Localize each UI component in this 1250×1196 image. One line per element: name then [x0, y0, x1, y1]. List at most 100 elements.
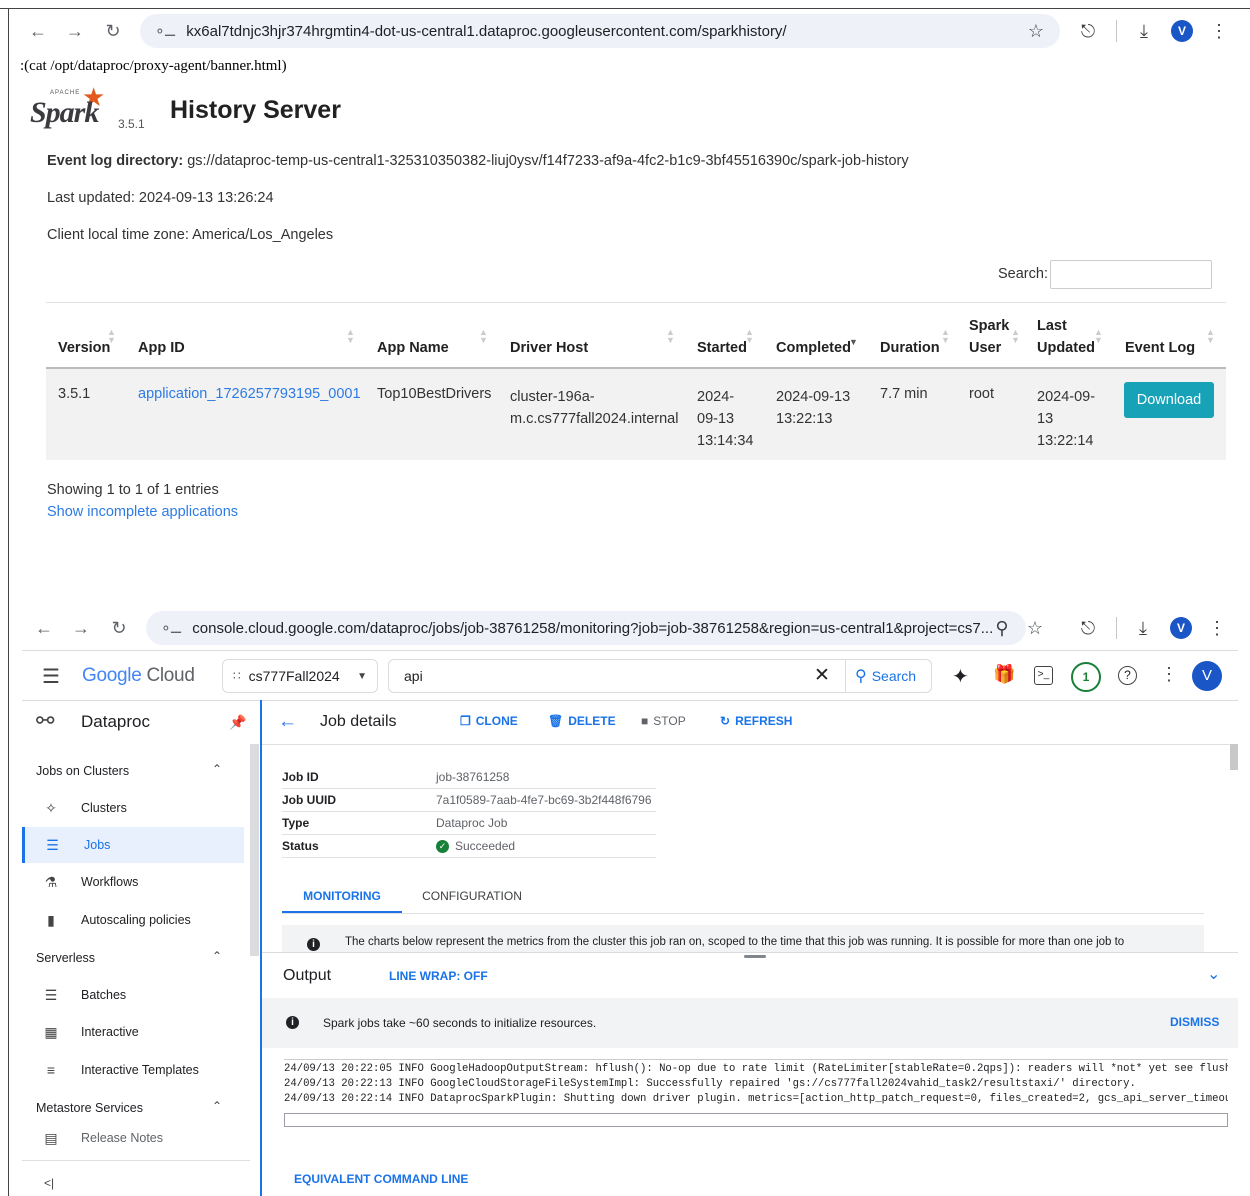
account-avatar[interactable]: V [1192, 661, 1222, 691]
browser-menu-icon[interactable]: ⋮ [1207, 19, 1231, 43]
cell-duration: 7.7 min [880, 386, 928, 402]
show-incomplete-link[interactable]: Show incomplete applications [47, 504, 238, 520]
sort-desc-icon[interactable]: ▼ [849, 330, 858, 347]
cell-started: 2024- 09-13 13:14:34 [697, 389, 754, 449]
main-scrollbar[interactable] [1230, 744, 1238, 770]
search-input[interactable]: api [404, 668, 423, 684]
section-metastore[interactable]: Metastore Services [36, 1101, 143, 1115]
spark-logo: APACHE ★ Spark [30, 82, 106, 129]
bookmark-star-icon[interactable]: ☆ [1024, 19, 1048, 43]
help-icon[interactable]: ? [1118, 666, 1137, 685]
col-completed[interactable]: Completed [776, 337, 851, 359]
tabs-divider [282, 913, 1204, 914]
delete-button[interactable]: 🗑 DELETE [548, 714, 616, 728]
search-input[interactable] [1050, 260, 1212, 289]
zoom-icon[interactable]: ⚲ [990, 616, 1014, 640]
back-icon[interactable]: ← [26, 19, 50, 43]
sort-icon[interactable]: ▲ ▼ [479, 328, 488, 345]
chevron-up-icon[interactable]: ⌃ [212, 949, 222, 963]
col-driver-host[interactable]: Driver Host [510, 337, 588, 359]
col-version[interactable]: Version [58, 337, 110, 359]
gift-icon[interactable]: 🎁 [993, 664, 1015, 685]
col-started[interactable]: Started [697, 337, 747, 359]
hamburger-menu-icon[interactable]: ☰ [42, 664, 60, 689]
table-top-border [46, 302, 1226, 303]
product-title: Dataproc [81, 712, 150, 731]
chevron-up-icon[interactable]: ⌃ [212, 1099, 222, 1113]
collapse-output-icon[interactable]: ⌄ [1207, 964, 1220, 984]
log-line: 24/09/13 20:22:13 INFO GoogleCloudStorag… [284, 1078, 1136, 1090]
forward-icon[interactable]: → [63, 19, 87, 43]
address-bar[interactable]: ⚬⚊ console.cloud.google.com/dataproc/job… [146, 611, 1026, 645]
sidebar-item-release-notes[interactable]: ▤ Release Notes [22, 1120, 244, 1156]
more-options-icon[interactable]: ⋮ [1160, 664, 1178, 685]
sort-icon[interactable]: ▲ ▼ [107, 328, 116, 345]
chevron-up-icon[interactable]: ⌃ [212, 762, 222, 776]
equivalent-command-line-button[interactable]: EQUIVALENT COMMAND LINE [294, 1172, 468, 1186]
clone-button[interactable]: ❐ CLONE [460, 714, 518, 728]
sidebar-item-batches[interactable]: ☰ Batches [22, 977, 244, 1013]
pin-icon[interactable]: 📌 [229, 714, 246, 731]
gemini-sparkle-icon[interactable]: ✦ [952, 664, 969, 689]
back-icon[interactable]: ← [32, 616, 56, 640]
col-app-name[interactable]: App Name [377, 337, 449, 359]
refresh-button[interactable]: ↻ REFRESH [720, 714, 792, 728]
section-jobs-on-clusters[interactable]: Jobs on Clusters [36, 764, 129, 778]
extensions-icon[interactable]: ⎋ [1076, 19, 1100, 43]
col-duration[interactable]: Duration [880, 337, 940, 359]
sort-icon[interactable]: ▲ ▼ [941, 328, 950, 345]
sort-icon[interactable]: ▲ ▼ [1094, 328, 1103, 345]
address-bar[interactable]: ⚬⚊ kx6al7tdnjc3hjr374hrgmtin4-dot-us-cen… [140, 14, 1060, 48]
cloud-shell-icon[interactable]: >_ [1034, 666, 1053, 685]
profile-avatar[interactable]: V [1171, 20, 1193, 42]
log-horizontal-scrollbar[interactable] [284, 1113, 1228, 1127]
sort-icon[interactable]: ▲ ▼ [1011, 328, 1020, 345]
bookmark-star-icon[interactable]: ☆ [1023, 616, 1047, 640]
sort-icon[interactable]: ▲ ▼ [1206, 328, 1215, 345]
sidebar-item-interactive[interactable]: ▦ Interactive [22, 1014, 244, 1050]
search-button[interactable]: ⚲ Search [855, 666, 916, 686]
back-arrow-icon[interactable]: ← [278, 711, 297, 733]
site-info-icon[interactable]: ⚬⚊ [154, 23, 176, 40]
col-app-id[interactable]: App ID [138, 337, 185, 359]
sidebar-item-interactive-templates[interactable]: ≡ Interactive Templates [22, 1052, 244, 1088]
tab-configuration[interactable]: CONFIGURATION [412, 878, 532, 913]
sidebar-item-workflows[interactable]: ⚗ Workflows [22, 864, 244, 900]
sort-icon[interactable]: ▲ ▼ [745, 328, 754, 345]
info-icon: i [307, 938, 320, 951]
browser-menu-icon[interactable]: ⋮ [1205, 616, 1229, 640]
reload-icon[interactable]: ↻ [101, 19, 125, 43]
notifications-badge[interactable]: 1 [1071, 662, 1101, 692]
sidebar-item-jobs[interactable]: ☰ Jobs [22, 827, 244, 863]
profile-avatar[interactable]: V [1170, 617, 1192, 639]
app-id-link[interactable]: application_1726257793195_0001 [138, 386, 361, 402]
sidebar-item-autoscaling[interactable]: ▮ Autoscaling policies [22, 902, 244, 938]
sort-icon[interactable]: ▲ ▼ [666, 328, 675, 345]
download-button[interactable]: Download [1124, 382, 1214, 418]
line-wrap-toggle[interactable]: LINE WRAP: OFF [389, 969, 488, 983]
reload-icon[interactable]: ↻ [107, 616, 131, 640]
client-timezone: Client local time zone: America/Los_Ange… [47, 227, 334, 243]
info-icon: i [286, 1016, 299, 1029]
col-event-log[interactable]: Event Log [1125, 337, 1195, 359]
section-serverless[interactable]: Serverless [36, 951, 95, 965]
col-spark-user[interactable]: Spark User [969, 315, 1009, 359]
sidebar-scrollbar[interactable] [250, 744, 259, 956]
col-last-updated[interactable]: Last Updated [1037, 315, 1095, 359]
collapse-sidebar-icon[interactable]: <| [44, 1176, 54, 1190]
clear-search-icon[interactable]: ✕ [814, 664, 830, 687]
tab-monitoring[interactable]: MONITORING [282, 878, 402, 913]
sort-icon[interactable]: ▲ ▼ [346, 328, 355, 345]
site-info-icon[interactable]: ⚬⚊ [160, 620, 182, 637]
stop-button[interactable]: ■ STOP [641, 714, 686, 728]
google-cloud-logo[interactable]: Google Cloud [82, 665, 195, 687]
panel-drag-handle[interactable] [744, 955, 766, 958]
toolbar-divider [1116, 20, 1117, 42]
extensions-icon[interactable]: ⎋ [1076, 616, 1100, 640]
download-icon[interactable]: ⤓ [1131, 616, 1155, 640]
sidebar-item-clusters[interactable]: ✧ Clusters [22, 790, 244, 826]
forward-icon[interactable]: → [69, 616, 93, 640]
download-icon[interactable]: ⤓ [1132, 19, 1156, 43]
project-selector[interactable]: ∷ cs777Fall2024 ▼ [222, 659, 378, 693]
dismiss-button[interactable]: DISMISS [1170, 1015, 1219, 1029]
